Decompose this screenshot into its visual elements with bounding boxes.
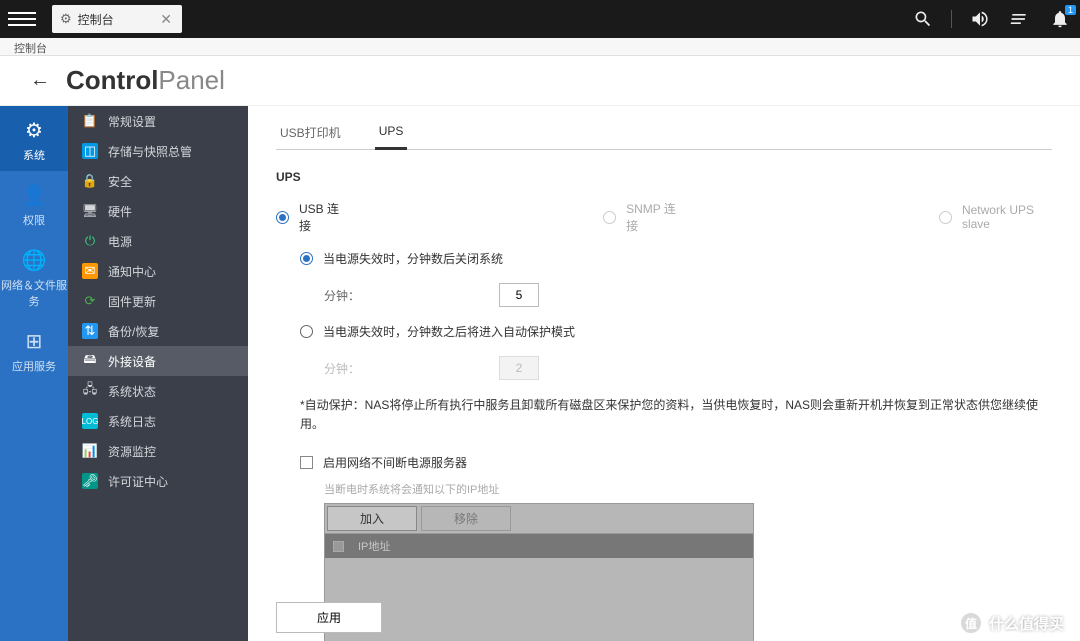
settings-icon: 📋	[82, 113, 98, 129]
page-header: ← ControlPanel	[0, 56, 1080, 106]
primary-nav: ⚙系统 👤权限 🌐网络＆文件服务 ⊞应用服务	[0, 106, 68, 641]
license-icon: 🗝	[82, 473, 98, 489]
globe-icon: 🌐	[0, 248, 68, 273]
tab-usb-printer[interactable]: USB打印机	[276, 124, 345, 149]
tab-label: 控制台	[78, 11, 114, 28]
watermark-icon: 值	[959, 611, 983, 635]
ip-hint: 当断电时系统将会通知以下的IP地址	[324, 481, 1052, 497]
ip-table-header: IP地址	[325, 534, 753, 558]
page-title: ControlPanel	[66, 65, 225, 96]
notification-icon[interactable]: 1	[1048, 7, 1072, 31]
radio-icon	[939, 211, 952, 224]
tab-bar: USB打印机 UPS	[276, 124, 1052, 150]
breadcrumb: 控制台	[0, 38, 1080, 56]
apply-button[interactable]: 应用	[276, 602, 382, 633]
nav-system[interactable]: ⚙系统	[0, 106, 68, 171]
nav2-hardware[interactable]: 🖥硬件	[68, 196, 248, 226]
column-ip: IP地址	[358, 538, 390, 554]
nav-apps[interactable]: ⊞应用服务	[0, 317, 68, 382]
watermark: 值 什么值得买	[959, 611, 1064, 635]
device-icon: 🖴	[82, 353, 98, 369]
top-bar: ⚙ 控制台 ✕ 1	[0, 0, 1080, 38]
radio-usb-connection[interactable]: USB 连接	[276, 200, 343, 234]
window-tab[interactable]: ⚙ 控制台 ✕	[52, 5, 182, 33]
status-icon: 🖧	[82, 383, 98, 399]
bell-icon: ✉	[82, 263, 98, 279]
radio-icon	[300, 325, 313, 338]
radio-protect-mode[interactable]: 当电源失效时，分钟数之后将进入自动保护模式	[300, 323, 1052, 340]
backup-icon: ⇅	[82, 323, 98, 339]
ip-table-body	[325, 558, 753, 641]
secondary-nav: 📋常规设置 ◫存储与快照总管 🔒安全 🖥硬件 ⏻电源 ✉通知中心 ⟳固件更新 ⇅…	[68, 106, 248, 641]
update-icon: ⟳	[82, 293, 98, 309]
nav2-monitor[interactable]: 📊资源监控	[68, 436, 248, 466]
nav2-power[interactable]: ⏻电源	[68, 226, 248, 256]
notification-badge: 1	[1065, 5, 1076, 15]
nav-privilege[interactable]: 👤权限	[0, 171, 68, 236]
minutes-input[interactable]	[499, 283, 539, 307]
select-all-checkbox[interactable]	[333, 541, 344, 552]
radio-snmp-connection[interactable]: SNMP 连接	[603, 200, 679, 234]
user-icon: 👤	[0, 183, 68, 208]
checkbox-icon	[300, 456, 313, 469]
add-button[interactable]: 加入	[327, 506, 417, 531]
content-panel: USB打印机 UPS UPS USB 连接 SNMP 连接 Network UP…	[248, 106, 1080, 641]
back-arrow-icon[interactable]: ←	[30, 69, 50, 92]
nav2-backup[interactable]: ⇅备份/恢复	[68, 316, 248, 346]
tab-ups[interactable]: UPS	[375, 124, 408, 150]
radio-shutdown[interactable]: 当电源失效时，分钟数后关闭系统	[300, 250, 1052, 267]
menu-button[interactable]	[8, 5, 36, 33]
gear-icon: ⚙	[0, 118, 68, 143]
lock-icon: 🔒	[82, 173, 98, 189]
monitor-icon: 📊	[82, 443, 98, 459]
search-icon[interactable]	[911, 7, 935, 31]
checkbox-ups-server[interactable]: 启用网络不间断电源服务器	[300, 454, 1052, 471]
hardware-icon: 🖥	[82, 203, 98, 219]
volume-icon[interactable]	[968, 7, 992, 31]
nav2-external[interactable]: 🖴外接设备	[68, 346, 248, 376]
apps-icon: ⊞	[0, 329, 68, 354]
nav2-general[interactable]: 📋常规设置	[68, 106, 248, 136]
nav2-storage[interactable]: ◫存储与快照总管	[68, 136, 248, 166]
section-title: UPS	[276, 170, 1052, 184]
nav2-firmware[interactable]: ⟳固件更新	[68, 286, 248, 316]
auto-protect-note: *自动保护：NAS将停止所有执行中服务且卸载所有磁盘区来保护您的资料，当供电恢复…	[300, 396, 1052, 434]
ip-list-panel: 加入 移除 IP地址	[324, 503, 754, 641]
radio-icon	[276, 211, 289, 224]
nav-network[interactable]: 🌐网络＆文件服务	[0, 236, 68, 317]
nav2-status[interactable]: 🖧系统状态	[68, 376, 248, 406]
power-icon: ⏻	[82, 233, 98, 249]
storage-icon: ◫	[82, 143, 98, 159]
nav2-logs[interactable]: LOG系统日志	[68, 406, 248, 436]
nav2-license[interactable]: 🗝许可证中心	[68, 466, 248, 496]
task-icon[interactable]	[1008, 7, 1032, 31]
minutes-label: 分钟：	[324, 287, 499, 304]
log-icon: LOG	[82, 413, 98, 429]
radio-icon	[603, 211, 616, 224]
nav2-security[interactable]: 🔒安全	[68, 166, 248, 196]
close-icon[interactable]: ✕	[158, 11, 174, 28]
minutes-input-disabled	[499, 356, 539, 380]
nav2-notification[interactable]: ✉通知中心	[68, 256, 248, 286]
radio-network-slave[interactable]: Network UPS slave	[939, 200, 1052, 234]
radio-icon	[300, 252, 313, 265]
minutes-label-disabled: 分钟：	[324, 360, 499, 377]
remove-button[interactable]: 移除	[421, 506, 511, 531]
gear-icon: ⚙	[60, 11, 72, 27]
